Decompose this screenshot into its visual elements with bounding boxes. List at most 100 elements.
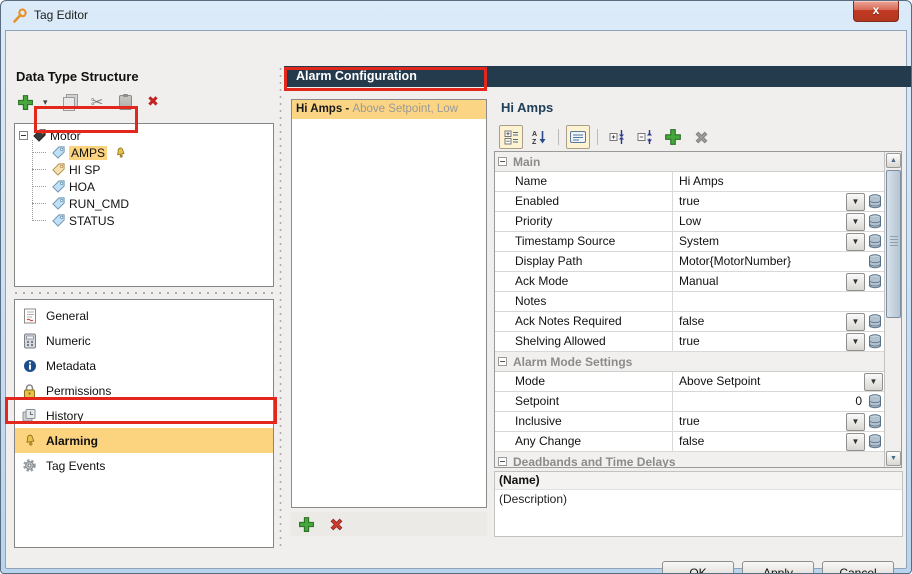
svg-text:Z: Z xyxy=(532,139,537,145)
binding-icon[interactable] xyxy=(866,253,884,271)
property-row-setpoint[interactable]: Setpoint 0 xyxy=(495,392,884,412)
binding-icon[interactable] xyxy=(866,313,884,331)
property-row-priority[interactable]: Priority Low ▼ xyxy=(495,212,884,232)
sidebar-item-label: Tag Events xyxy=(46,458,106,473)
dropdown-button[interactable]: ▼ xyxy=(846,232,865,251)
tree-item-label: AMPS xyxy=(69,145,108,160)
property-row-inclusive[interactable]: Inclusive true ▼ xyxy=(495,412,884,432)
sidebar-item-alarming[interactable]: Alarming xyxy=(15,428,273,453)
ok-button[interactable]: OK xyxy=(662,561,734,573)
binding-icon[interactable] xyxy=(866,333,884,351)
binding-icon[interactable] xyxy=(866,433,884,451)
property-section-deadbands[interactable]: Deadbands and Time Delays xyxy=(495,452,884,467)
property-row-ack-mode[interactable]: Ack Mode Manual ▼ xyxy=(495,272,884,292)
binding-icon[interactable] xyxy=(866,273,884,291)
dropdown-button[interactable]: ▼ xyxy=(864,372,883,391)
cut-button[interactable]: ✂ xyxy=(86,91,108,113)
property-row-enabled[interactable]: Enabled true ▼ xyxy=(495,192,884,212)
tree-item-run-cmd[interactable]: RUN_CMD xyxy=(19,195,273,212)
add-property-button[interactable] xyxy=(661,125,685,149)
document-icon xyxy=(21,307,38,324)
tree-item-status[interactable]: STATUS xyxy=(19,212,273,229)
property-row-mode[interactable]: Mode Above Setpoint ▼ xyxy=(495,372,884,392)
horizontal-splitter[interactable] xyxy=(14,289,274,296)
property-row-shelving-allowed[interactable]: Shelving Allowed true ▼ xyxy=(495,332,884,352)
sidebar-item-numeric[interactable]: Numeric xyxy=(15,328,273,353)
dropdown-button[interactable]: ▼ xyxy=(846,312,865,331)
alarm-list-buttons xyxy=(291,512,487,536)
tag-dark-icon xyxy=(33,129,46,142)
sidebar-item-general[interactable]: General xyxy=(15,303,273,328)
add-tag-dropdown[interactable]: ▾ xyxy=(42,91,52,113)
collapse-expander-icon[interactable] xyxy=(498,457,507,466)
sidebar-item-permissions[interactable]: Permissions xyxy=(15,378,273,403)
tree-item-hi-sp[interactable]: HI SP xyxy=(19,161,273,178)
bell-icon xyxy=(117,147,125,158)
vertical-splitter[interactable] xyxy=(277,66,283,548)
tag-orange-icon xyxy=(52,163,65,176)
add-alarm-button[interactable] xyxy=(295,513,317,535)
cancel-button[interactable]: Cancel xyxy=(822,561,894,573)
expand-all-button[interactable] xyxy=(605,125,629,149)
property-row-display-path[interactable]: Display Path Motor{MotorNumber} xyxy=(495,252,884,272)
copy-button[interactable] xyxy=(58,91,80,113)
section-label: Alarm Mode Settings xyxy=(513,354,633,369)
scroll-down-button[interactable]: ▼ xyxy=(886,451,901,466)
alarm-name: Hi Amps xyxy=(296,103,343,115)
data-type-tree: Motor AMPS HI SP HOA RUN_CMD STATUS xyxy=(14,123,274,287)
remove-property-button[interactable] xyxy=(689,125,713,149)
show-description-button[interactable] xyxy=(566,125,590,149)
scrollbar-thumb[interactable] xyxy=(886,170,901,318)
dropdown-button[interactable]: ▼ xyxy=(846,192,865,211)
paste-button[interactable] xyxy=(114,91,136,113)
collapse-all-button[interactable] xyxy=(633,125,657,149)
alarm-separator: - xyxy=(342,103,353,115)
alarm-list-item[interactable]: Hi Amps - Above Setpoint, Low xyxy=(292,100,486,119)
add-tag-button[interactable] xyxy=(14,91,36,113)
dialog-content: Data Type Structure ▾ ✂ ✖ Motor AMPS HI … xyxy=(5,30,911,573)
binding-icon[interactable] xyxy=(866,213,884,231)
property-row-notes[interactable]: Notes xyxy=(495,292,884,312)
dropdown-button[interactable]: ▼ xyxy=(846,332,865,351)
binding-icon[interactable] xyxy=(866,393,884,411)
collapse-expander-icon[interactable] xyxy=(19,131,28,140)
sidebar-item-label: History xyxy=(46,408,84,423)
close-button[interactable]: x xyxy=(853,1,899,22)
binding-icon[interactable] xyxy=(866,193,884,211)
collapse-expander-icon[interactable] xyxy=(498,357,507,366)
dropdown-button[interactable]: ▼ xyxy=(846,212,865,231)
scroll-up-button[interactable]: ▲ xyxy=(886,153,901,168)
sort-az-button[interactable]: AZ xyxy=(527,125,551,149)
delete-alarm-button[interactable] xyxy=(325,513,347,535)
clipboard-icon xyxy=(118,93,132,110)
tree-item-motor[interactable]: Motor xyxy=(19,127,273,144)
property-row-any-change[interactable]: Any Change false ▼ xyxy=(495,432,884,452)
property-row-ack-notes-required[interactable]: Ack Notes Required false ▼ xyxy=(495,312,884,332)
tree-item-label: HOA xyxy=(69,179,96,194)
sidebar-item-tag-events[interactable]: Tag Events xyxy=(15,453,273,478)
gear-icon xyxy=(21,457,38,474)
alarm-configuration-header: Alarm Configuration xyxy=(284,66,911,87)
property-section-main[interactable]: Main xyxy=(495,152,884,172)
history-icon xyxy=(21,407,38,424)
property-table-scrollbar[interactable]: ▲ ▼ xyxy=(884,152,901,467)
tree-item-amps[interactable]: AMPS xyxy=(19,144,273,161)
dropdown-button[interactable]: ▼ xyxy=(846,272,865,291)
property-row-timestamp-source[interactable]: Timestamp Source System ▼ xyxy=(495,232,884,252)
binding-icon[interactable] xyxy=(866,233,884,251)
property-description-box: (Name) (Description) xyxy=(494,471,903,537)
categorized-view-button[interactable] xyxy=(499,125,523,149)
delete-tag-button[interactable]: ✖ xyxy=(142,91,164,113)
property-row-name[interactable]: Name Hi Amps xyxy=(495,172,884,192)
sidebar-item-metadata[interactable]: Metadata xyxy=(15,353,273,378)
binding-icon[interactable] xyxy=(866,413,884,431)
tree-item-hoa[interactable]: HOA xyxy=(19,178,273,195)
sidebar-item-history[interactable]: History xyxy=(15,403,273,428)
collapse-expander-icon[interactable] xyxy=(498,157,507,166)
dropdown-button[interactable]: ▼ xyxy=(846,432,865,451)
toolbar-separator xyxy=(597,129,598,145)
property-section-alarm-mode-settings[interactable]: Alarm Mode Settings xyxy=(495,352,884,372)
dropdown-button[interactable]: ▼ xyxy=(846,412,865,431)
alarm-list: Hi Amps - Above Setpoint, Low xyxy=(291,99,487,508)
apply-button[interactable]: Apply xyxy=(742,561,814,573)
